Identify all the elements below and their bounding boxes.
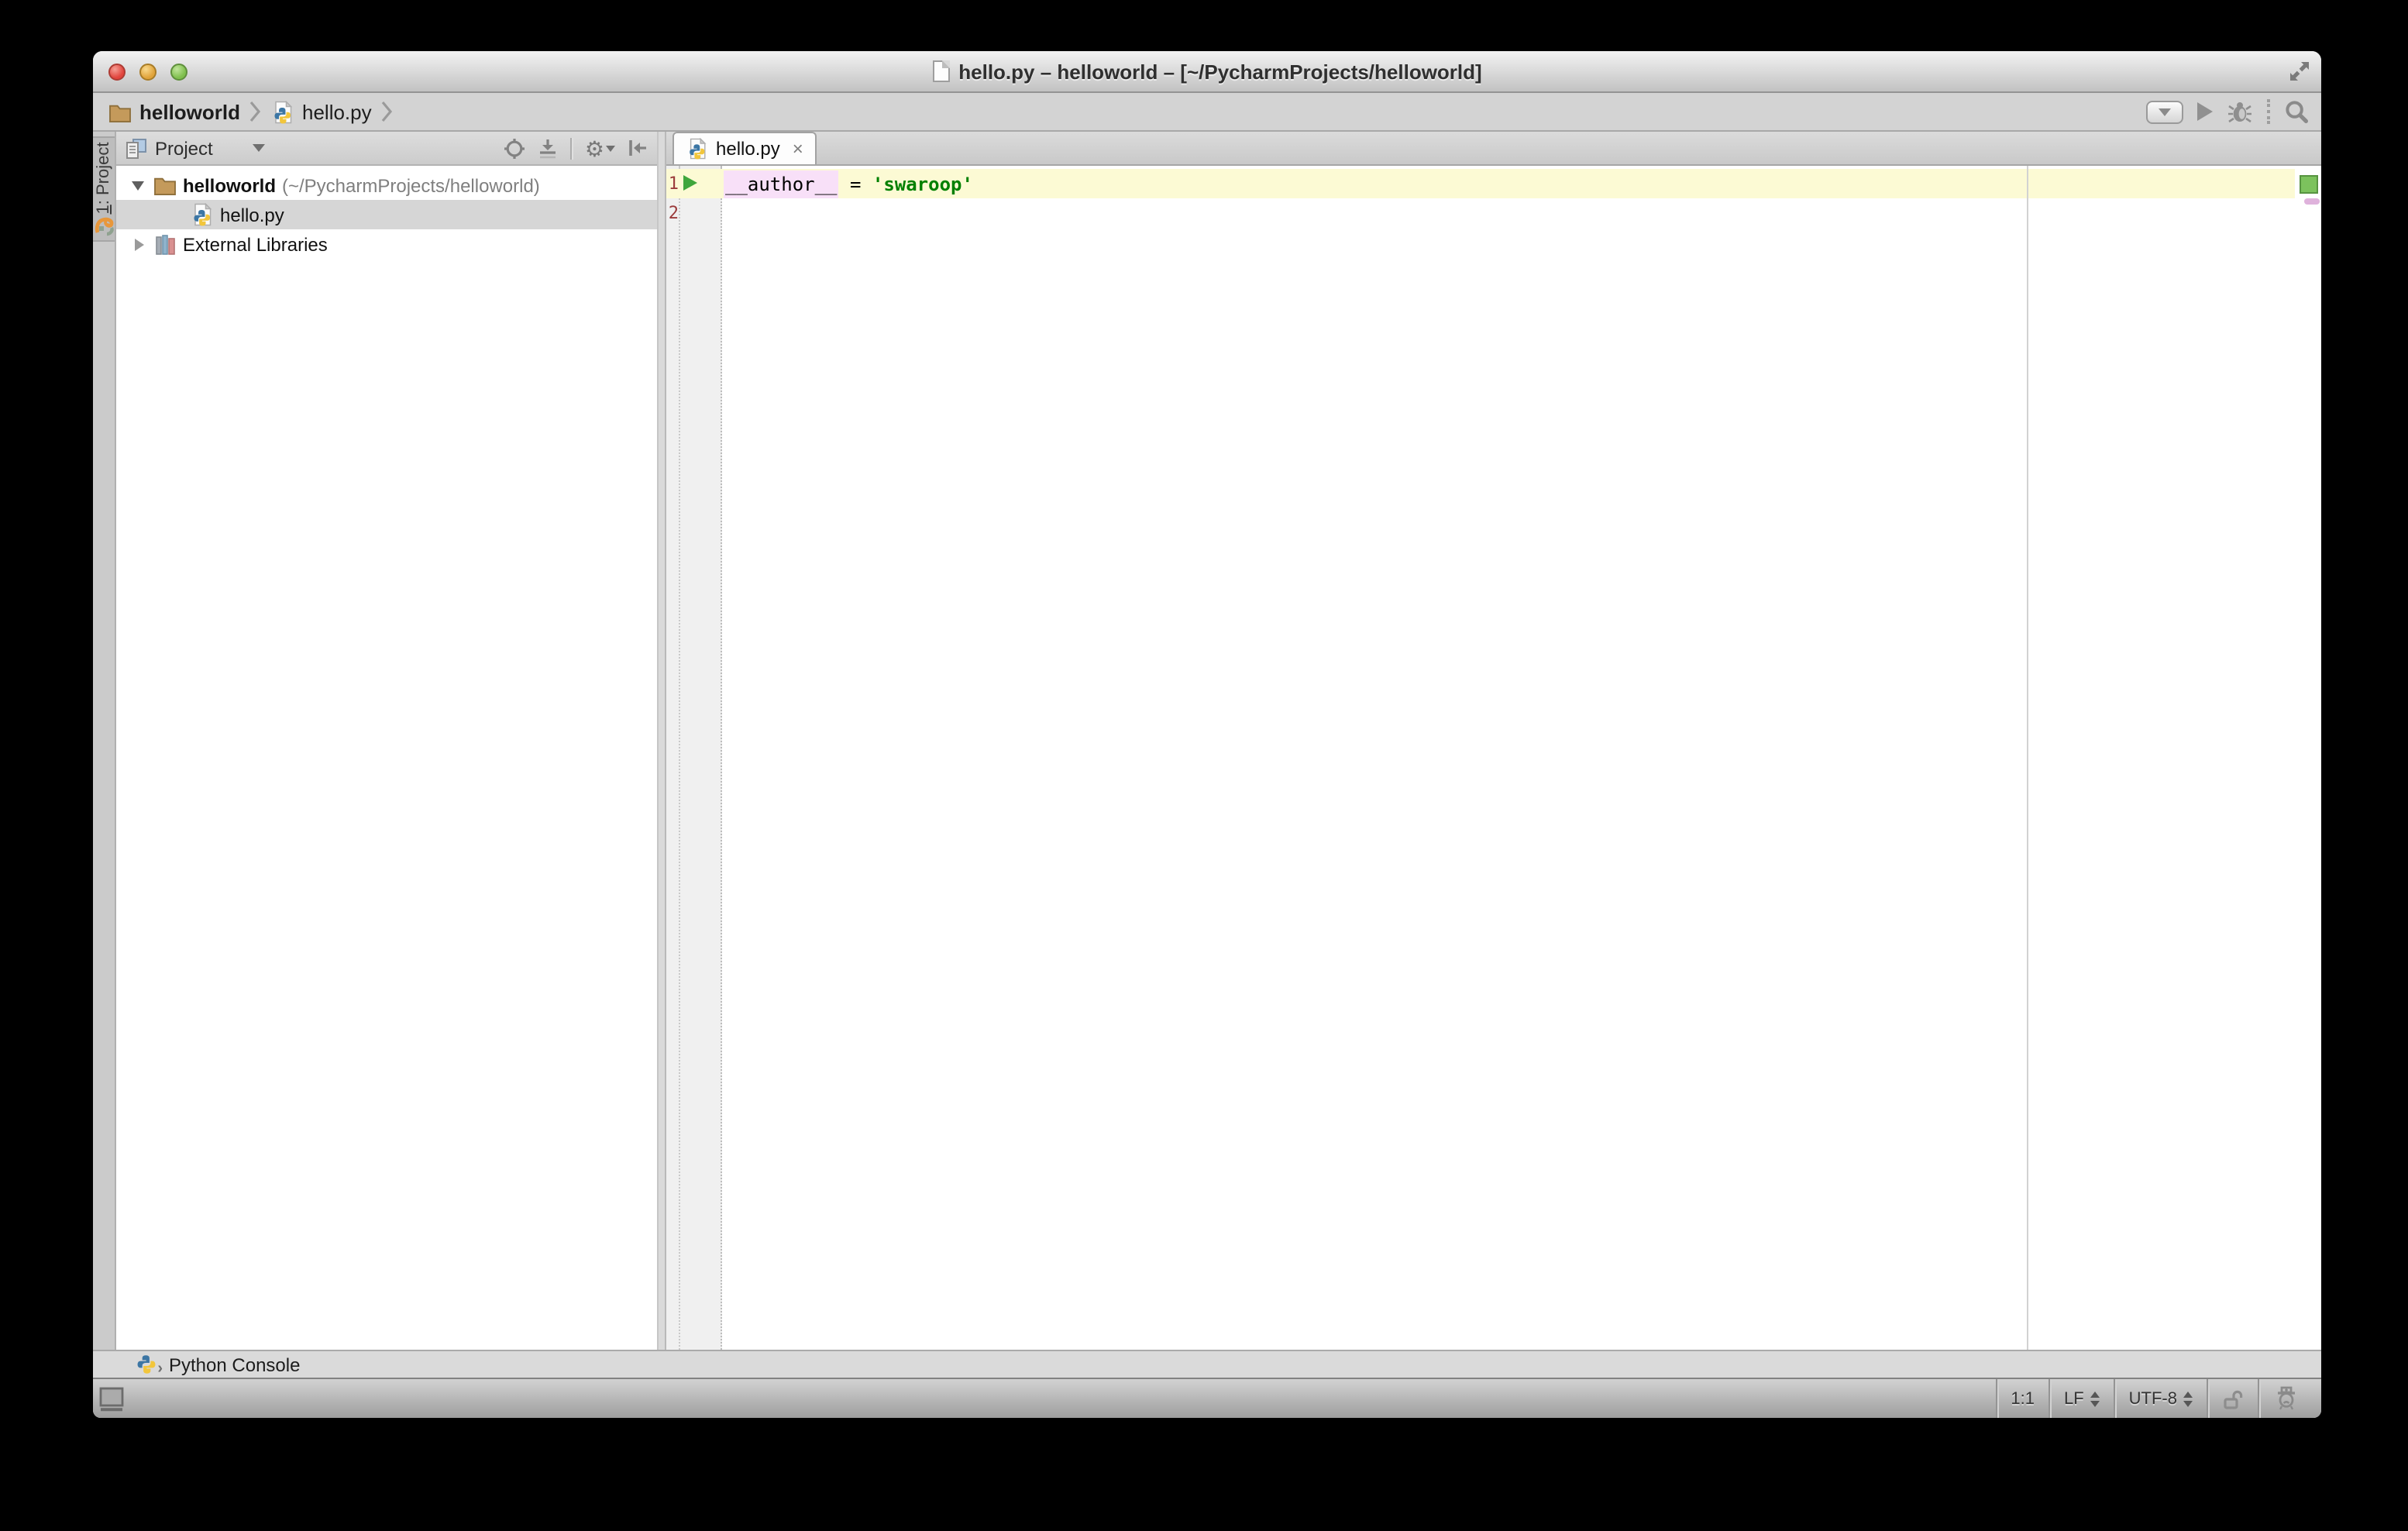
folder-icon (153, 175, 177, 195)
tree-row-root[interactable]: helloworld (~/PycharmProjects/helloworld… (116, 170, 657, 200)
toolbar-separator (2267, 99, 2270, 124)
run-button[interactable] (2197, 102, 2213, 121)
toolwindow-toggle-icon[interactable] (99, 1387, 126, 1412)
project-panel-header: Project (116, 132, 657, 166)
tree-item-name: helloworld (183, 174, 276, 196)
tree-item-name: hello.py (220, 204, 284, 225)
code-line-1: 1 __author__ = 'swaroop' (666, 169, 2295, 198)
breadcrumb-project[interactable]: helloworld (108, 100, 240, 123)
python-file-icon (271, 100, 294, 123)
document-proxy-icon (932, 60, 949, 82)
close-window-button[interactable] (108, 64, 126, 81)
chevron-down-icon (2159, 108, 2171, 115)
python-file-icon (191, 203, 214, 226)
readonly-lock-widget[interactable] (2207, 1379, 2258, 1418)
left-tool-stripe: 1: Project (93, 132, 116, 1350)
code-operator: = (839, 173, 872, 194)
traffic-lights (108, 64, 187, 81)
highlight-stripe-mark[interactable] (2304, 198, 2320, 205)
code-line-2: 2 (666, 198, 2295, 228)
updown-arrows-icon (2090, 1391, 2100, 1406)
minimize-window-button[interactable] (139, 64, 157, 81)
close-icon[interactable]: × (793, 138, 803, 160)
library-icon (155, 233, 177, 255)
line-number: 2 (666, 203, 679, 223)
editor-tab-hello-py[interactable]: hello.py × (673, 132, 817, 164)
caret-position-widget[interactable]: 1:1 (1995, 1379, 2049, 1418)
encoding-widget[interactable]: UTF-8 (2114, 1379, 2207, 1418)
main-area: 1: Project Project (93, 132, 2321, 1350)
fullscreen-icon[interactable] (2289, 60, 2310, 82)
code-editor[interactable]: 1 __author__ = 'swaroop' 2 (666, 166, 2321, 1350)
hector-inspector-icon (2273, 1385, 2300, 1412)
hide-panel-icon[interactable] (628, 138, 648, 158)
project-tree: helloworld (~/PycharmProjects/helloworld… (116, 166, 657, 1350)
disclosure-closed-icon[interactable] (135, 238, 144, 250)
right-margin-guide (2027, 166, 2028, 1350)
disclosure-open-icon[interactable] (132, 181, 144, 190)
editor-tab-label: hello.py (716, 138, 780, 160)
run-line-marker-icon[interactable] (683, 175, 697, 191)
screen: hello.py – helloworld – [~/PycharmProjec… (0, 0, 2408, 1531)
editor-area: hello.py × 1 __author__ = 'swaroop' (666, 132, 2321, 1350)
inspection-stripe (2295, 166, 2321, 1350)
navigation-bar: helloworld hello.py (93, 93, 2321, 132)
toolbar-separator (571, 137, 573, 159)
chevron-right-icon (249, 101, 262, 122)
gear-icon: ⚙ (585, 137, 604, 159)
code-string: 'swaroop' (872, 173, 973, 194)
titlebar[interactable]: hello.py – helloworld – [~/PycharmProjec… (93, 51, 2321, 93)
run-configuration-dropdown[interactable] (2146, 100, 2183, 123)
updown-arrows-icon (2183, 1391, 2193, 1406)
code-identifier: __author__ (724, 170, 839, 198)
unlock-icon (2222, 1388, 2244, 1409)
line-number: 1 (666, 174, 679, 194)
chevron-down-icon[interactable] (253, 144, 266, 152)
settings-gear-button[interactable]: ⚙ (585, 137, 615, 159)
tree-item-name: External Libraries (183, 233, 328, 255)
zoom-window-button[interactable] (170, 64, 187, 81)
folder-icon (108, 101, 132, 122)
project-toolwindow-icon (95, 217, 115, 237)
inspection-profile-widget[interactable] (2258, 1379, 2313, 1418)
chevron-down-icon (606, 145, 615, 151)
code-text: __author__ = 'swaroop' (724, 173, 2295, 194)
project-panel-title[interactable]: Project (155, 137, 213, 159)
console-arrow-glyph: › (157, 1361, 163, 1377)
python-file-icon (686, 138, 708, 160)
status-bar: 1:1 LF UTF-8 (93, 1378, 2321, 1418)
window-title: hello.py – helloworld – [~/PycharmProjec… (958, 60, 1481, 83)
tool-stripe-tab-label: 1: Project (95, 143, 113, 215)
breadcrumb-file[interactable]: hello.py (271, 100, 372, 123)
gutter-annotation (679, 169, 724, 198)
tree-row-file-selected[interactable]: hello.py (116, 200, 657, 229)
inspection-status-icon[interactable] (2300, 175, 2318, 194)
python-console-button[interactable]: Python Console (169, 1354, 300, 1375)
tool-stripe-tab-project[interactable]: 1: Project (93, 136, 115, 242)
collapse-all-icon[interactable] (538, 137, 559, 159)
pycharm-window: hello.py – helloworld – [~/PycharmProjec… (93, 51, 2321, 1418)
gutter-annotation (679, 198, 724, 228)
editor-tab-bar: hello.py × (666, 132, 2321, 166)
project-viewmode-icon (126, 137, 147, 159)
breadcrumb-label: helloworld (139, 100, 240, 123)
chevron-right-icon (381, 101, 394, 122)
debug-icon[interactable] (2227, 100, 2253, 123)
editor-gutter (666, 166, 722, 1350)
locate-icon[interactable] (504, 137, 526, 159)
tree-item-path: (~/PycharmProjects/helloworld) (282, 174, 540, 196)
panel-splitter[interactable] (657, 132, 666, 1350)
breadcrumb-label: hello.py (302, 100, 372, 123)
python-console-icon: › (136, 1354, 160, 1375)
search-icon[interactable] (2284, 99, 2309, 124)
bottom-tool-bar: › Python Console (93, 1350, 2321, 1378)
tree-row-external-libraries[interactable]: External Libraries (116, 229, 657, 259)
line-ending-widget[interactable]: LF (2049, 1379, 2114, 1418)
project-tool-window: Project (116, 132, 657, 1350)
